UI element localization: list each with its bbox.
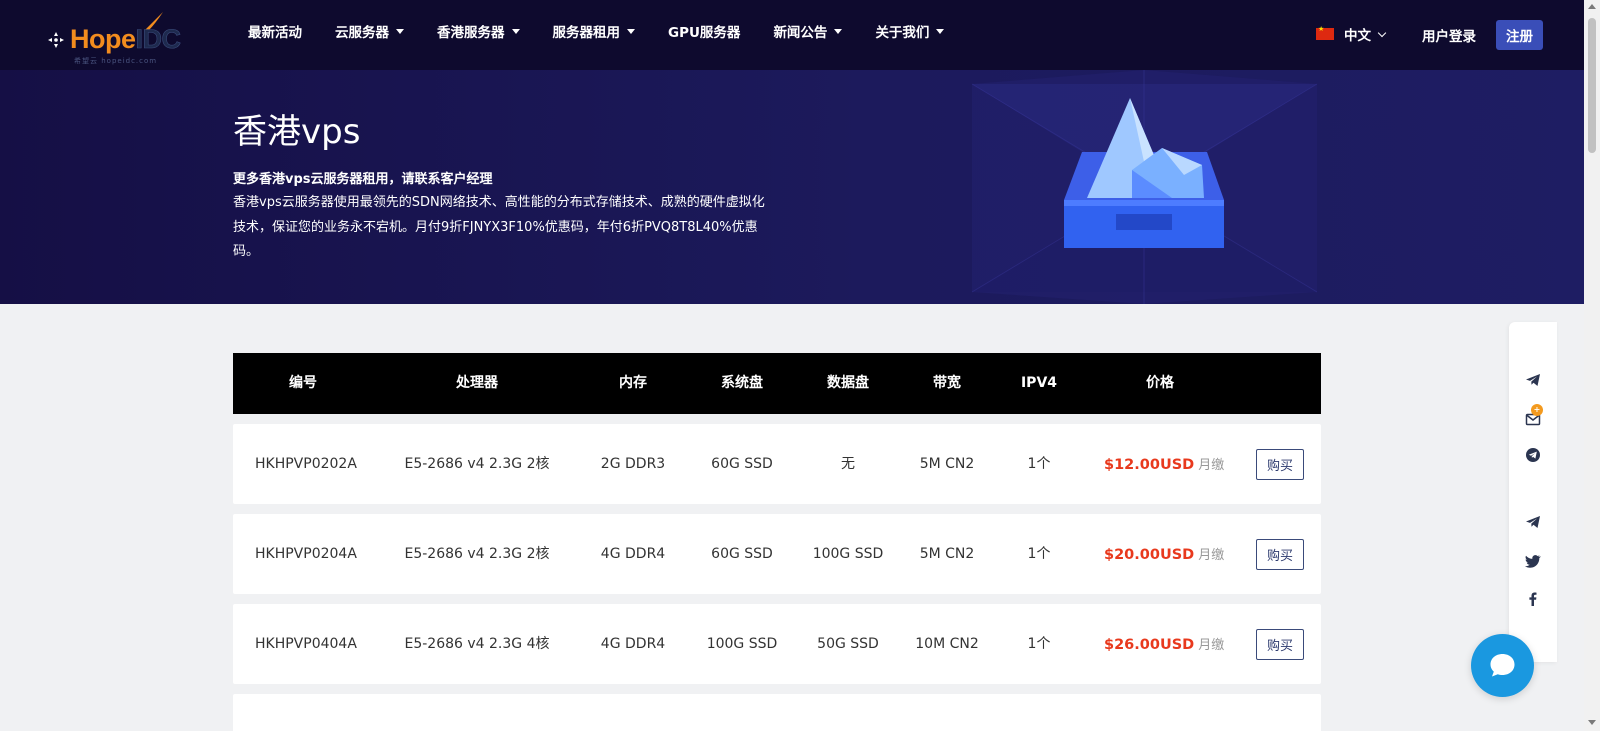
price-value: $26.00USD xyxy=(1104,637,1195,653)
nav-item-label: 云服务器 xyxy=(335,25,389,41)
logo-text: HopeIDC xyxy=(48,24,181,55)
column-header-ipv4: IPV4 xyxy=(1020,375,1058,391)
cell-ram: 4G DDR4 xyxy=(600,546,666,562)
buy-button[interactable]: 购买 xyxy=(1256,449,1304,480)
buy-button[interactable]: 购买 xyxy=(1256,629,1304,660)
telegram-icon[interactable] xyxy=(1524,371,1542,389)
live-chat-button[interactable] xyxy=(1471,634,1534,697)
cell-bandwidth: 10M CN2 xyxy=(915,636,979,652)
column-header-cpu: 处理器 xyxy=(456,375,498,391)
nav-item-latest-events[interactable]: 最新活动 xyxy=(248,21,302,41)
nav-item-label: 关于我们 xyxy=(875,25,930,41)
logo[interactable]: HopeIDC 希望云 hopeidc.com xyxy=(48,10,193,66)
nav-item-hk-server[interactable]: 香港服务器 xyxy=(437,21,520,41)
cell-system-disk: 60G SSD xyxy=(711,456,773,472)
register-button[interactable]: 注册 xyxy=(1496,20,1543,50)
top-navbar: HopeIDC 希望云 hopeidc.com 最新活动 云服务器 香港服务器 … xyxy=(0,0,1584,70)
scroll-up-arrow-icon[interactable] xyxy=(1588,4,1596,9)
nav-item-label: 最新活动 xyxy=(248,25,302,41)
hero-illustration xyxy=(972,70,1317,304)
cell-ram: 2G DDR3 xyxy=(600,456,666,472)
nav-item-about-us[interactable]: 关于我们 xyxy=(875,21,945,41)
hero-subtitle: 更多香港vps云服务器租用，请联系客户经理 xyxy=(233,172,493,187)
column-header-system-disk: 系统盘 xyxy=(721,375,763,391)
table-row: HKHPVP0202A E5-2686 v4 2.3G 2核 2G DDR3 6… xyxy=(233,424,1321,504)
cell-price: $20.00USD 月缴 xyxy=(1104,514,1224,594)
cell-system-disk: 60G SSD xyxy=(711,546,773,562)
caret-down-icon xyxy=(396,28,404,34)
logo-idc: IDC xyxy=(135,24,181,55)
main-nav: 最新活动 云服务器 香港服务器 服务器租用 GPU服务器 新闻公告 关于我们 xyxy=(248,0,945,62)
nav-item-server-rental[interactable]: 服务器租用 xyxy=(552,21,635,41)
price-value: $12.00USD xyxy=(1104,457,1195,473)
nav-item-cloud-server[interactable]: 云服务器 xyxy=(335,21,404,41)
language-label: 中文 xyxy=(1344,28,1371,44)
cell-ipv4: 1个 xyxy=(1027,546,1051,562)
cell-bandwidth: 5M CN2 xyxy=(919,546,975,562)
table-row xyxy=(233,694,1321,731)
logo-hope: Hope xyxy=(70,24,136,54)
cell-id: HKHPVP0204A xyxy=(255,546,357,562)
price-value: $20.00USD xyxy=(1104,547,1195,563)
cell-ram: 4G DDR4 xyxy=(600,636,666,652)
social-float-bar xyxy=(1509,322,1557,662)
scroll-down-arrow-icon[interactable] xyxy=(1588,720,1596,725)
nav-item-label: GPU服务器 xyxy=(668,25,741,41)
page-title: 香港vps xyxy=(233,112,361,152)
scrollbar-thumb[interactable] xyxy=(1588,18,1596,153)
cell-ipv4: 1个 xyxy=(1027,636,1051,652)
column-header-id: 编号 xyxy=(289,375,317,391)
nav-item-label: 新闻公告 xyxy=(773,25,828,41)
buy-button[interactable]: 购买 xyxy=(1256,539,1304,570)
column-header-price: 价格 xyxy=(1146,375,1174,391)
nav-item-news[interactable]: 新闻公告 xyxy=(773,21,843,41)
table-row: HKHPVP0404A E5-2686 v4 2.3G 4核 4G DDR4 1… xyxy=(233,604,1321,684)
login-link[interactable]: 用户登录 xyxy=(1422,25,1476,45)
caret-down-icon xyxy=(627,28,635,34)
column-header-ram: 内存 xyxy=(619,375,647,391)
cell-cpu: E5-2686 v4 2.3G 2核 xyxy=(404,456,550,472)
cell-price: $12.00USD 月缴 xyxy=(1104,424,1224,504)
mail-badge: + xyxy=(1531,404,1543,416)
hero-description: 香港vps云服务器使用最领先的SDN网络技术、高性能的分布式存储技术、成熟的硬件… xyxy=(233,195,765,259)
price-unit: 月缴 xyxy=(1198,548,1225,563)
chevron-down-icon xyxy=(1377,28,1387,37)
hero-banner: 香港vps 更多香港vps云服务器租用，请联系客户经理 香港vps云服务器使用最… xyxy=(0,70,1584,304)
cell-id: HKHPVP0202A xyxy=(255,456,357,472)
cell-system-disk: 100G SSD xyxy=(706,636,778,652)
telegram-circle-icon[interactable] xyxy=(1524,446,1542,464)
cell-cpu: E5-2686 v4 2.3G 4核 xyxy=(404,636,550,652)
price-unit: 月缴 xyxy=(1198,638,1225,653)
caret-down-icon xyxy=(511,28,520,34)
language-selector[interactable]: 中文 xyxy=(1316,24,1387,44)
china-flag-icon xyxy=(1316,25,1334,40)
nav-item-gpu-server[interactable]: GPU服务器 xyxy=(668,21,740,41)
cell-cpu: E5-2686 v4 2.3G 2核 xyxy=(404,546,550,562)
nav-item-label: 服务器租用 xyxy=(552,25,621,41)
telegram-icon[interactable] xyxy=(1524,513,1542,531)
twitter-icon[interactable] xyxy=(1524,552,1542,570)
cell-data-disk: 无 xyxy=(841,456,855,472)
nav-item-label: 香港服务器 xyxy=(437,25,505,41)
table-row: HKHPVP0204A E5-2686 v4 2.3G 2核 4G DDR4 6… xyxy=(233,514,1321,594)
cell-price: $26.00USD 月缴 xyxy=(1104,604,1224,684)
column-header-bandwidth: 带宽 xyxy=(933,375,961,391)
cell-data-disk: 50G SSD xyxy=(817,636,879,652)
cell-data-disk: 100G SSD xyxy=(812,546,884,562)
cell-id: HKHPVP0404A xyxy=(255,636,357,652)
logo-subtext: 希望云 hopeidc.com xyxy=(74,57,158,65)
price-unit: 月缴 xyxy=(1198,458,1225,473)
facebook-icon[interactable] xyxy=(1524,590,1542,608)
column-header-data-disk: 数据盘 xyxy=(827,375,869,391)
cell-bandwidth: 5M CN2 xyxy=(919,456,975,472)
cell-ipv4: 1个 xyxy=(1027,456,1051,472)
caret-down-icon xyxy=(936,28,945,34)
chat-bubble-icon xyxy=(1490,654,1515,677)
caret-down-icon xyxy=(834,28,843,34)
table-header: 编号 处理器 内存 系统盘 数据盘 带宽 IPV4 价格 xyxy=(233,353,1321,414)
